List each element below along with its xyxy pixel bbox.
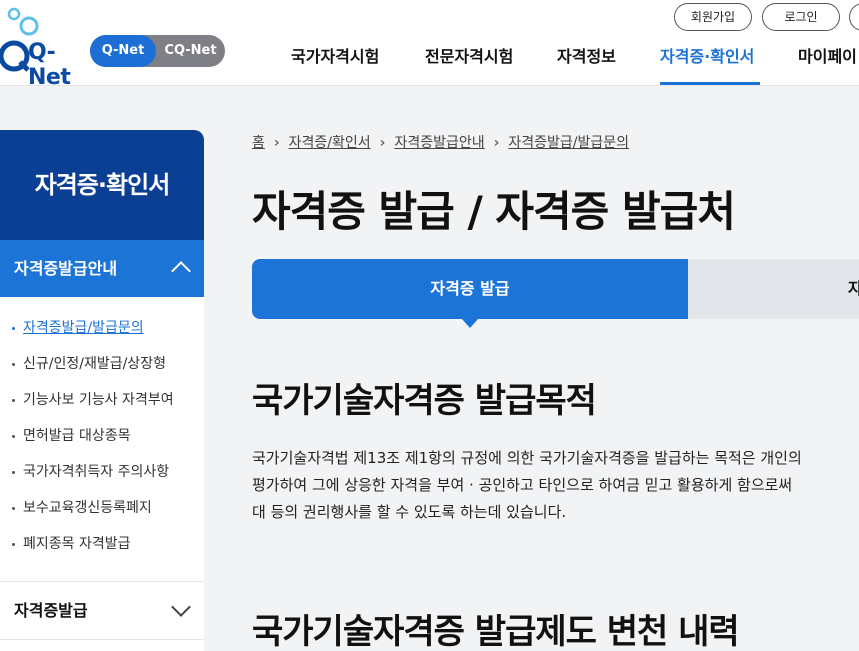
nav-item-qualification-info[interactable]: 자격정보 (557, 43, 616, 67)
sidebar-section-label: 자격증발급 (14, 601, 88, 620)
nav-item-mypage[interactable]: 마이페이 (798, 43, 857, 67)
chevron-right-icon: › (379, 135, 386, 151)
paragraph-line: 국가기술자격법 제13조 제1항의 규정에 의한 국가기술자격증을 발급하는 목… (252, 449, 802, 467)
nav-active-indicator (660, 82, 760, 85)
sidebar-item-label: 신규/인정/재발급/상장형 (23, 356, 166, 372)
sidebar-item-label: 국가자격취득자 주의사항 (23, 464, 170, 480)
breadcrumb: 홈 › 자격증/확인서 › 자격증발급안내 › 자격증발급/발급문의 (252, 132, 629, 152)
breadcrumb-home[interactable]: 홈 (252, 135, 265, 151)
sidebar-item-label: 폐지종목 자격발급 (23, 536, 131, 552)
nav-item-certificate[interactable]: 자격증·확인서 (660, 43, 754, 67)
logo-text: Q-Net (28, 40, 71, 90)
login-button[interactable]: 로그인 (762, 3, 840, 31)
sidebar-item-label: 자격증발급/발급문의 (23, 320, 144, 336)
chevron-down-icon (171, 597, 191, 617)
sidebar-title: 자격증·확인서 (0, 130, 204, 240)
sidebar-item-issue-inquiry[interactable]: 자격증발급/발급문의 (0, 310, 204, 346)
site-header: Q-Net Q-Net CQ-Net 회원가입 로그인 국가자격시험 전문자격시… (0, 0, 859, 90)
page-title: 자격증 발급 / 자격증 발급처 (252, 187, 736, 236)
bullet-icon (12, 362, 15, 366)
bullet-icon (12, 326, 15, 330)
site-switch: Q-Net CQ-Net (90, 35, 225, 67)
tab-active-arrow (462, 319, 478, 328)
content-tabs: 자격증 발급 자 (252, 259, 859, 328)
nav-item-professional-exam[interactable]: 전문자격시험 (425, 43, 513, 67)
sidebar-item-license-targets[interactable]: 면허발급 대상종목 (0, 418, 204, 454)
sidebar-item-new-reissue[interactable]: 신규/인정/재발급/상장형 (0, 346, 204, 382)
sidebar-section-issue[interactable]: 자격증발급 (0, 582, 204, 639)
sidebar-divider (0, 639, 204, 640)
sidebar-item-craftsman-grant[interactable]: 기능사보 기능사 자격부여 (0, 382, 204, 418)
tab-issue-office[interactable]: 자 (688, 259, 859, 319)
sidebar-item-training-renewal[interactable]: 보수교육갱신등록폐지 (0, 490, 204, 526)
purpose-paragraph: 국가기술자격법 제13조 제1항의 규정에 의한 국가기술자격증을 발급하는 목… (252, 445, 859, 526)
bullet-icon (12, 398, 15, 402)
sidebar-menu: 자격증발급/발급문의 신규/인정/재발급/상장형 기능사보 기능사 자격부여 면… (0, 310, 204, 562)
bullet-icon (12, 470, 15, 474)
section-heading-history: 국가기술자격증 발급제도 변천 내력 (252, 612, 740, 651)
paragraph-line: 대 등의 권리행사를 할 수 있도록 하는데 있습니다. (252, 503, 567, 521)
cqnet-switch-button[interactable]: CQ-Net (156, 35, 225, 67)
sidebar-section-label: 자격증발급안내 (14, 259, 118, 278)
sidebar-item-label: 보수교육갱신등록폐지 (23, 500, 152, 516)
chevron-right-icon: › (493, 135, 500, 151)
breadcrumb-issue-guide[interactable]: 자격증발급안내 (394, 135, 484, 151)
qnet-logo[interactable]: Q-Net (0, 4, 90, 90)
sidebar-item-abolished-issue[interactable]: 폐지종목 자격발급 (0, 526, 204, 562)
paragraph-line: 평가하여 그에 상응한 자격을 부여 · 공인하고 타인으로 하여금 믿고 활용… (252, 476, 793, 494)
bullet-icon (12, 506, 15, 510)
tab-certificate-issue[interactable]: 자격증 발급 (252, 259, 688, 319)
breadcrumb-current[interactable]: 자격증발급/발급문의 (508, 135, 629, 151)
breadcrumb-certificate[interactable]: 자격증/확인서 (289, 135, 371, 151)
sidebar-section-issue-guide[interactable]: 자격증발급안내 (0, 240, 204, 297)
nav-item-national-exam[interactable]: 국가자격시험 (291, 43, 379, 67)
sidebar-item-label: 기능사보 기능사 자격부여 (23, 392, 174, 408)
bullet-icon (12, 434, 15, 438)
section-heading-purpose: 국가기술자격증 발급목적 (252, 381, 597, 421)
sidebar: 자격증·확인서 자격증발급안내 자격증발급/발급문의 신규/인정/재발급/상장형… (0, 130, 204, 651)
qnet-switch-button[interactable]: Q-Net (90, 35, 156, 67)
bullet-icon (12, 542, 15, 546)
sidebar-item-holder-notice[interactable]: 국가자격취득자 주의사항 (0, 454, 204, 490)
signup-button[interactable]: 회원가입 (674, 3, 752, 31)
chevron-up-icon (171, 261, 191, 281)
sidebar-item-label: 면허발급 대상종목 (23, 428, 131, 444)
chevron-right-icon: › (273, 135, 280, 151)
more-top-button[interactable] (849, 3, 859, 31)
